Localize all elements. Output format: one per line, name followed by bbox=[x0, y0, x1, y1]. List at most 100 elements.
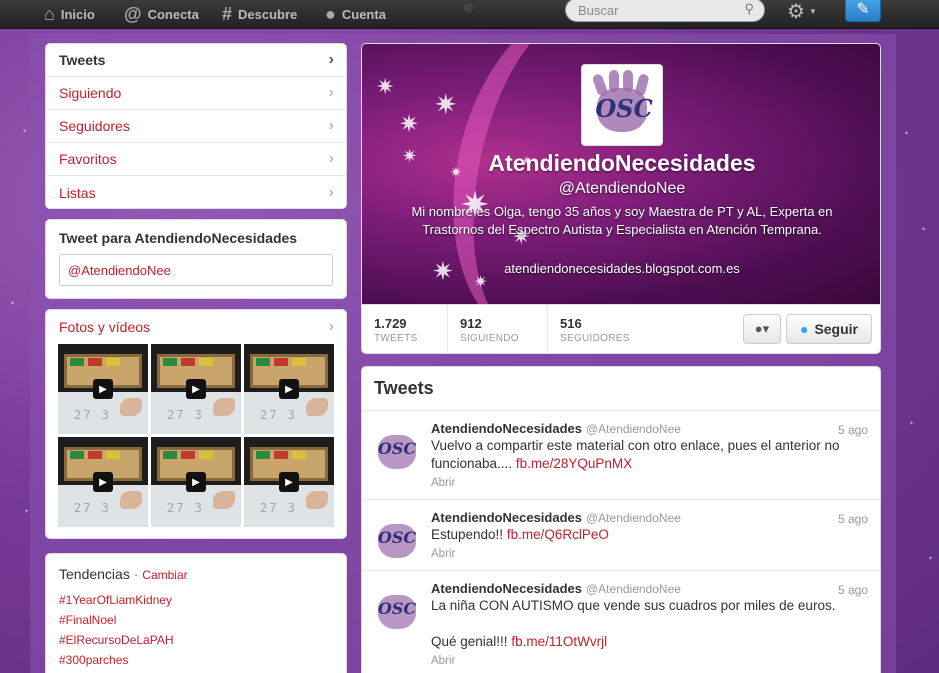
play-icon[interactable]: ▶ bbox=[186, 472, 206, 492]
stat-label: SIGUIENDO bbox=[460, 333, 519, 344]
video-thumbnail[interactable]: 27 3 ▶ bbox=[151, 437, 241, 527]
stat-tweets[interactable]: 1.729 TWEETS bbox=[362, 305, 448, 353]
tweet-author-handle[interactable]: @AtendiendoNee bbox=[586, 511, 681, 525]
tweet-text: La niña CON AUTISMO que vende sus cuadro… bbox=[431, 597, 868, 651]
hash-icon: # bbox=[222, 4, 233, 24]
tweet-to-user-box: Tweet para AtendiendoNecesidades @Atendi… bbox=[45, 219, 347, 299]
profile-avatar[interactable]: OSC bbox=[581, 64, 663, 146]
profile-card: ✷ ✷ ✷ ✷ ✷ ✷ ✷ ✷ ✷ ✷ OSC AtendiendoNecesi… bbox=[361, 43, 881, 354]
video-thumbnail[interactable]: 27 3 ▶ bbox=[58, 437, 148, 527]
nav-connect-label: Conecta bbox=[147, 7, 199, 22]
tweet-author-name[interactable]: AtendiendoNecesidades bbox=[431, 510, 582, 525]
tweet-author-name[interactable]: AtendiendoNecesidades bbox=[431, 581, 582, 596]
star-icon: ✦ bbox=[909, 421, 915, 427]
compose-tweet-button[interactable]: ✎ bbox=[845, 0, 881, 22]
sidebar-item-lists[interactable]: Listas › bbox=[46, 176, 346, 208]
follow-button[interactable]: ● Seguir bbox=[786, 314, 872, 344]
tweet-link[interactable]: fb.me/Q6RclPeO bbox=[507, 527, 609, 542]
tweet-body: La niña CON AUTISMO que vende sus cuadro… bbox=[431, 598, 836, 613]
stat-value: 516 bbox=[560, 316, 582, 331]
video-thumbnail[interactable]: 27 3 ▶ bbox=[244, 344, 334, 434]
trends-title: Tendencias bbox=[59, 566, 130, 582]
avatar-logo-text: OSC bbox=[377, 439, 417, 458]
video-thumbnail[interactable]: 27 3 ▶ bbox=[244, 437, 334, 527]
star-icon: ✷ bbox=[376, 74, 395, 99]
chevron-down-icon: ▼ bbox=[808, 6, 817, 16]
tweet-to-user-input[interactable]: @AtendiendoNee bbox=[59, 254, 333, 286]
settings-menu[interactable]: ⚙ ▼ bbox=[787, 0, 817, 23]
user-icon: ● bbox=[325, 4, 336, 24]
tweet-open-link[interactable]: Abrir bbox=[431, 477, 868, 489]
tweet-author-name[interactable]: AtendiendoNecesidades bbox=[431, 421, 582, 436]
stat-followers[interactable]: 516 SEGUIDORES bbox=[548, 305, 656, 353]
trend-item[interactable]: #300parches bbox=[46, 650, 346, 670]
nav-account-label: Cuenta bbox=[341, 7, 386, 22]
trend-item[interactable]: #ElRecursoDeLaPAH bbox=[46, 630, 346, 650]
play-icon[interactable]: ▶ bbox=[279, 379, 299, 399]
thumbnail-text: 27 3 bbox=[260, 501, 297, 515]
tweet-open-link[interactable]: Abrir bbox=[431, 655, 868, 667]
trend-item[interactable]: #1YearOfLiamKidney bbox=[46, 590, 346, 610]
tweet-author-handle[interactable]: @AtendiendoNee bbox=[586, 582, 681, 596]
profile-banner: ✷ ✷ ✷ ✷ ✷ ✷ ✷ ✷ ✷ ✷ OSC AtendiendoNecesi… bbox=[362, 44, 880, 353]
play-icon[interactable]: ▶ bbox=[186, 379, 206, 399]
nav-home[interactable]: ⌂ Inicio bbox=[44, 0, 95, 29]
profile-url[interactable]: atendiendonecesidades.blogspot.com.es bbox=[362, 261, 880, 276]
stat-label: SEGUIDORES bbox=[560, 333, 630, 344]
sidebar-item-label: Siguiendo bbox=[59, 85, 122, 101]
tweets-stream: Tweets OSC AtendiendoNecesidades @Atendi… bbox=[361, 366, 881, 673]
nav-discover[interactable]: # Descubre bbox=[222, 0, 297, 29]
tweet-avatar[interactable]: OSC bbox=[372, 425, 422, 475]
user-icon: ●▾ bbox=[754, 321, 770, 336]
tweet-to-user-value: @AtendiendoNee bbox=[68, 262, 171, 278]
search-input[interactable]: Buscar ⚲ bbox=[565, 0, 765, 22]
tweet-link[interactable]: fb.me/11OtWvrjl bbox=[511, 634, 607, 649]
tweet-author-handle[interactable]: @AtendiendoNee bbox=[586, 422, 681, 436]
stat-following[interactable]: 912 SIGUIENDO bbox=[448, 305, 548, 353]
video-thumbnail[interactable]: 27 3 ▶ bbox=[58, 344, 148, 434]
tweet-item[interactable]: OSC AtendiendoNecesidades @AtendiendoNee… bbox=[362, 500, 880, 571]
trends-separator: · bbox=[133, 566, 139, 582]
trends-module: Tendencias · Cambiar #1YearOfLiamKidney … bbox=[45, 553, 347, 673]
sidebar-item-tweets[interactable]: Tweets › bbox=[46, 44, 346, 77]
tweet-item[interactable]: OSC AtendiendoNecesidades @AtendiendoNee… bbox=[362, 571, 880, 673]
tweet-avatar[interactable]: OSC bbox=[372, 514, 422, 564]
tweet-open-link[interactable]: Abrir bbox=[431, 548, 868, 560]
photos-videos-header[interactable]: Fotos y vídeos › bbox=[46, 310, 346, 344]
tweet-time[interactable]: 5 ago bbox=[838, 583, 868, 597]
nav-account[interactable]: ● Cuenta bbox=[325, 0, 386, 29]
profile-bio: Mi nombre es Olga, tengo 35 años y soy M… bbox=[411, 204, 833, 237]
trends-change-link[interactable]: Cambiar bbox=[142, 568, 187, 582]
sidebar-item-followers[interactable]: Seguidores › bbox=[46, 110, 346, 143]
profile-nav: Tweets › Siguiendo › Seguidores › Favori… bbox=[45, 43, 347, 209]
search-icon[interactable]: ⚲ bbox=[744, 1, 754, 17]
nav-connect[interactable]: @ Conecta bbox=[124, 0, 199, 29]
star-icon: ✷ bbox=[434, 89, 458, 120]
profile-name: AtendiendoNecesidades bbox=[488, 150, 756, 176]
tweet-box-title: Tweet para AtendiendoNecesidades bbox=[59, 230, 298, 246]
compose-icon: ✎ bbox=[856, 1, 870, 18]
tweet-time[interactable]: 5 ago bbox=[838, 512, 868, 526]
video-thumbnail[interactable]: 27 3 ▶ bbox=[151, 344, 241, 434]
star-icon: ✦ bbox=[921, 227, 927, 233]
tweet-item[interactable]: OSC AtendiendoNecesidades @AtendiendoNee… bbox=[362, 411, 880, 500]
play-icon[interactable]: ▶ bbox=[93, 472, 113, 492]
chevron-right-icon: › bbox=[328, 51, 334, 68]
tweet-link[interactable]: fb.me/28YQuPnMX bbox=[516, 456, 632, 471]
tweet-time[interactable]: 5 ago bbox=[838, 423, 868, 437]
nav-home-label: Inicio bbox=[60, 7, 95, 22]
sidebar-item-following[interactable]: Siguiendo › bbox=[46, 77, 346, 110]
play-icon[interactable]: ▶ bbox=[93, 379, 113, 399]
tweet-avatar[interactable]: OSC bbox=[372, 585, 422, 635]
chevron-right-icon: › bbox=[328, 183, 334, 201]
twitter-bird-icon[interactable]: ● bbox=[462, 0, 475, 20]
sidebar-item-favorites[interactable]: Favoritos › bbox=[46, 143, 346, 176]
user-actions-button[interactable]: ●▾ bbox=[743, 314, 781, 344]
play-icon[interactable]: ▶ bbox=[279, 472, 299, 492]
trends-header: Tendencias · Cambiar bbox=[46, 554, 346, 590]
chevron-right-icon: › bbox=[328, 318, 334, 335]
thumbnail-text: 27 3 bbox=[74, 501, 111, 515]
tweet-body-extra: Qué genial!!! bbox=[431, 634, 508, 649]
avatar-logo-text: OSC bbox=[377, 528, 417, 547]
trend-item[interactable]: #FinalNoel bbox=[46, 610, 346, 630]
